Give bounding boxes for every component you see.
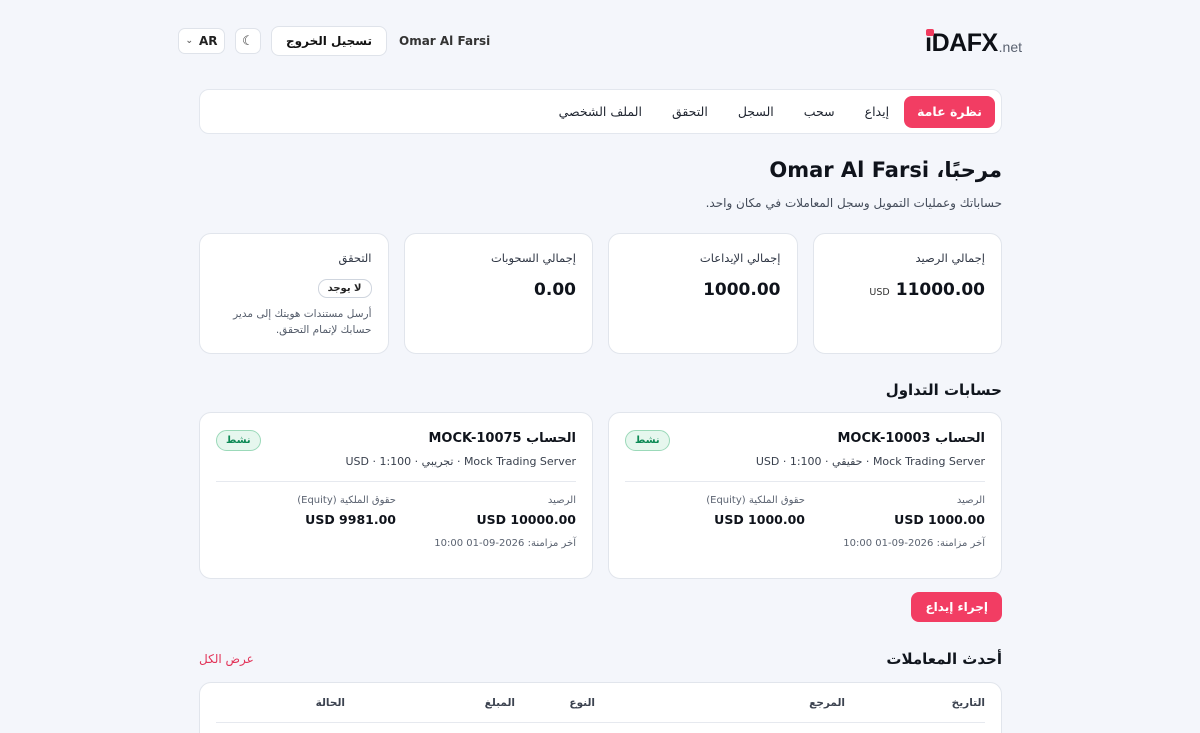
theme-toggle-button[interactable]: ☾ — [235, 28, 261, 54]
balance-label: الرصيد — [956, 495, 985, 506]
status-badge: نشط — [625, 430, 670, 451]
nav-item-verification[interactable]: التحقق — [657, 96, 723, 128]
nav-item-overview[interactable]: نظرة عامة — [904, 95, 995, 128]
stat-value: 11000.00 USD — [830, 280, 985, 300]
logo-dot — [926, 29, 935, 36]
column-reference: المرجع — [809, 696, 845, 709]
language-label: AR — [199, 34, 218, 48]
equity-label: حقوق الملكية (Equity) — [706, 495, 805, 506]
page-title: مرحبًا، Omar Al Farsi — [769, 158, 1002, 182]
top-bar: ⌄ AR ☾ تسجيل الخروج Omar Al Farsi iDAFX … — [178, 26, 1022, 56]
accounts-section-title: حسابات التداول — [885, 381, 1002, 399]
stat-card-withdrawals: إجمالي السحوبات 0.00 — [403, 233, 593, 354]
stat-card-deposits: إجمالي الإيداعات 1000.00 — [608, 233, 798, 354]
stats-row: إجمالي الرصيد 11000.00 USD إجمالي الإيدا… — [199, 233, 1002, 354]
accounts-row: الحساب MOCK-10003 Mock Trading Server · … — [199, 412, 1002, 579]
account-title: الحساب MOCK-10075 — [428, 431, 576, 446]
logo-wordmark: iDAFX — [925, 29, 998, 57]
chevron-down-icon: ⌄ — [185, 36, 193, 46]
column-status: الحالة — [315, 696, 345, 709]
language-selector[interactable]: ⌄ AR — [178, 28, 225, 54]
transactions-header: أحدث المعاملات عرض الكل — [199, 650, 1002, 668]
verification-note: أرسل مستندات هويتك إلى مدير حسابك لإتمام… — [233, 308, 372, 336]
column-date: التاريخ — [951, 696, 985, 709]
last-sync: آخر مزامنة: 2026-09-01 10:00 — [843, 538, 985, 549]
table-row[interactable] — [216, 723, 985, 733]
transactions-table: التاريخ المرجع النوع المبلغ الحالة — [199, 682, 1002, 733]
stat-label: إجمالي الرصيد — [915, 251, 985, 265]
main-nav: نظرة عامة إيداع سحب السجل التحقق الملف ا… — [199, 89, 1002, 134]
stat-label: إجمالي الإيداعات — [699, 251, 781, 265]
account-balance: الرصيد USD 1000.00 — [805, 495, 985, 527]
account-balance: الرصيد USD 10000.00 — [396, 495, 576, 527]
page-subtitle: حساباتك وعمليات التمويل وسجل المعاملات ف… — [705, 196, 1002, 210]
nav-item-withdraw[interactable]: سحب — [789, 96, 850, 128]
stat-value: 1000.00 — [703, 280, 781, 300]
logout-button[interactable]: تسجيل الخروج — [271, 26, 387, 56]
account-meta: Mock Trading Server · تجريبي · 1:100 · U… — [345, 455, 576, 468]
account-equity: حقوق الملكية (Equity) USD 1000.00 — [625, 495, 805, 527]
stat-amount: 11000.00 — [895, 280, 985, 300]
account-figures: الرصيد USD 1000.00 حقوق الملكية (Equity)… — [625, 495, 985, 527]
account-card[interactable]: الحساب MOCK-10075 Mock Trading Server · … — [199, 412, 593, 579]
stat-currency: USD — [869, 287, 890, 298]
logo-suffix: .net — [998, 39, 1022, 55]
stat-card-verification: التحقق لا يوجد أرسل مستندات هويتك إلى مد… — [199, 233, 389, 354]
view-all-link[interactable]: عرض الكل — [199, 652, 254, 666]
stat-label: إجمالي السحوبات — [490, 251, 576, 265]
nav-item-history[interactable]: السجل — [723, 96, 789, 128]
divider — [216, 481, 576, 482]
transactions-title: أحدث المعاملات — [886, 650, 1002, 668]
account-equity: حقوق الملكية (Equity) USD 9981.00 — [216, 495, 396, 527]
balance-value: USD 10000.00 — [476, 512, 576, 527]
column-type: النوع — [569, 696, 595, 709]
column-amount: المبلغ — [484, 696, 515, 709]
stat-card-balance: إجمالي الرصيد 11000.00 USD — [812, 233, 1002, 354]
account-meta: Mock Trading Server · حقيقي · 1:100 · US… — [755, 455, 985, 468]
last-sync: آخر مزامنة: 2026-09-01 10:00 — [434, 538, 576, 549]
status-badge: نشط — [216, 430, 261, 451]
stat-value: 0.00 — [534, 280, 576, 300]
account-card[interactable]: الحساب MOCK-10003 Mock Trading Server · … — [608, 412, 1002, 579]
moon-icon: ☾ — [242, 33, 254, 49]
equity-value: USD 9981.00 — [305, 512, 396, 527]
balance-value: USD 1000.00 — [894, 512, 985, 527]
equity-label: حقوق الملكية (Equity) — [297, 495, 396, 506]
account-figures: الرصيد USD 10000.00 حقوق الملكية (Equity… — [216, 495, 576, 527]
verification-status-badge: لا يوجد — [317, 279, 372, 298]
equity-value: USD 1000.00 — [714, 512, 805, 527]
make-deposit-button[interactable]: إجراء إيداع — [911, 592, 1002, 622]
divider — [625, 481, 985, 482]
account-title: الحساب MOCK-10003 — [837, 431, 985, 446]
table-header: التاريخ المرجع النوع المبلغ الحالة — [216, 683, 985, 723]
header-actions: ⌄ AR ☾ تسجيل الخروج Omar Al Farsi — [178, 26, 490, 56]
user-name: Omar Al Farsi — [399, 34, 491, 48]
stat-label: التحقق — [338, 251, 372, 265]
balance-label: الرصيد — [547, 495, 576, 506]
nav-item-deposit[interactable]: إيداع — [850, 96, 904, 128]
nav-item-profile[interactable]: الملف الشخصي — [544, 96, 657, 128]
brand-logo[interactable]: iDAFX .net — [925, 26, 1022, 56]
